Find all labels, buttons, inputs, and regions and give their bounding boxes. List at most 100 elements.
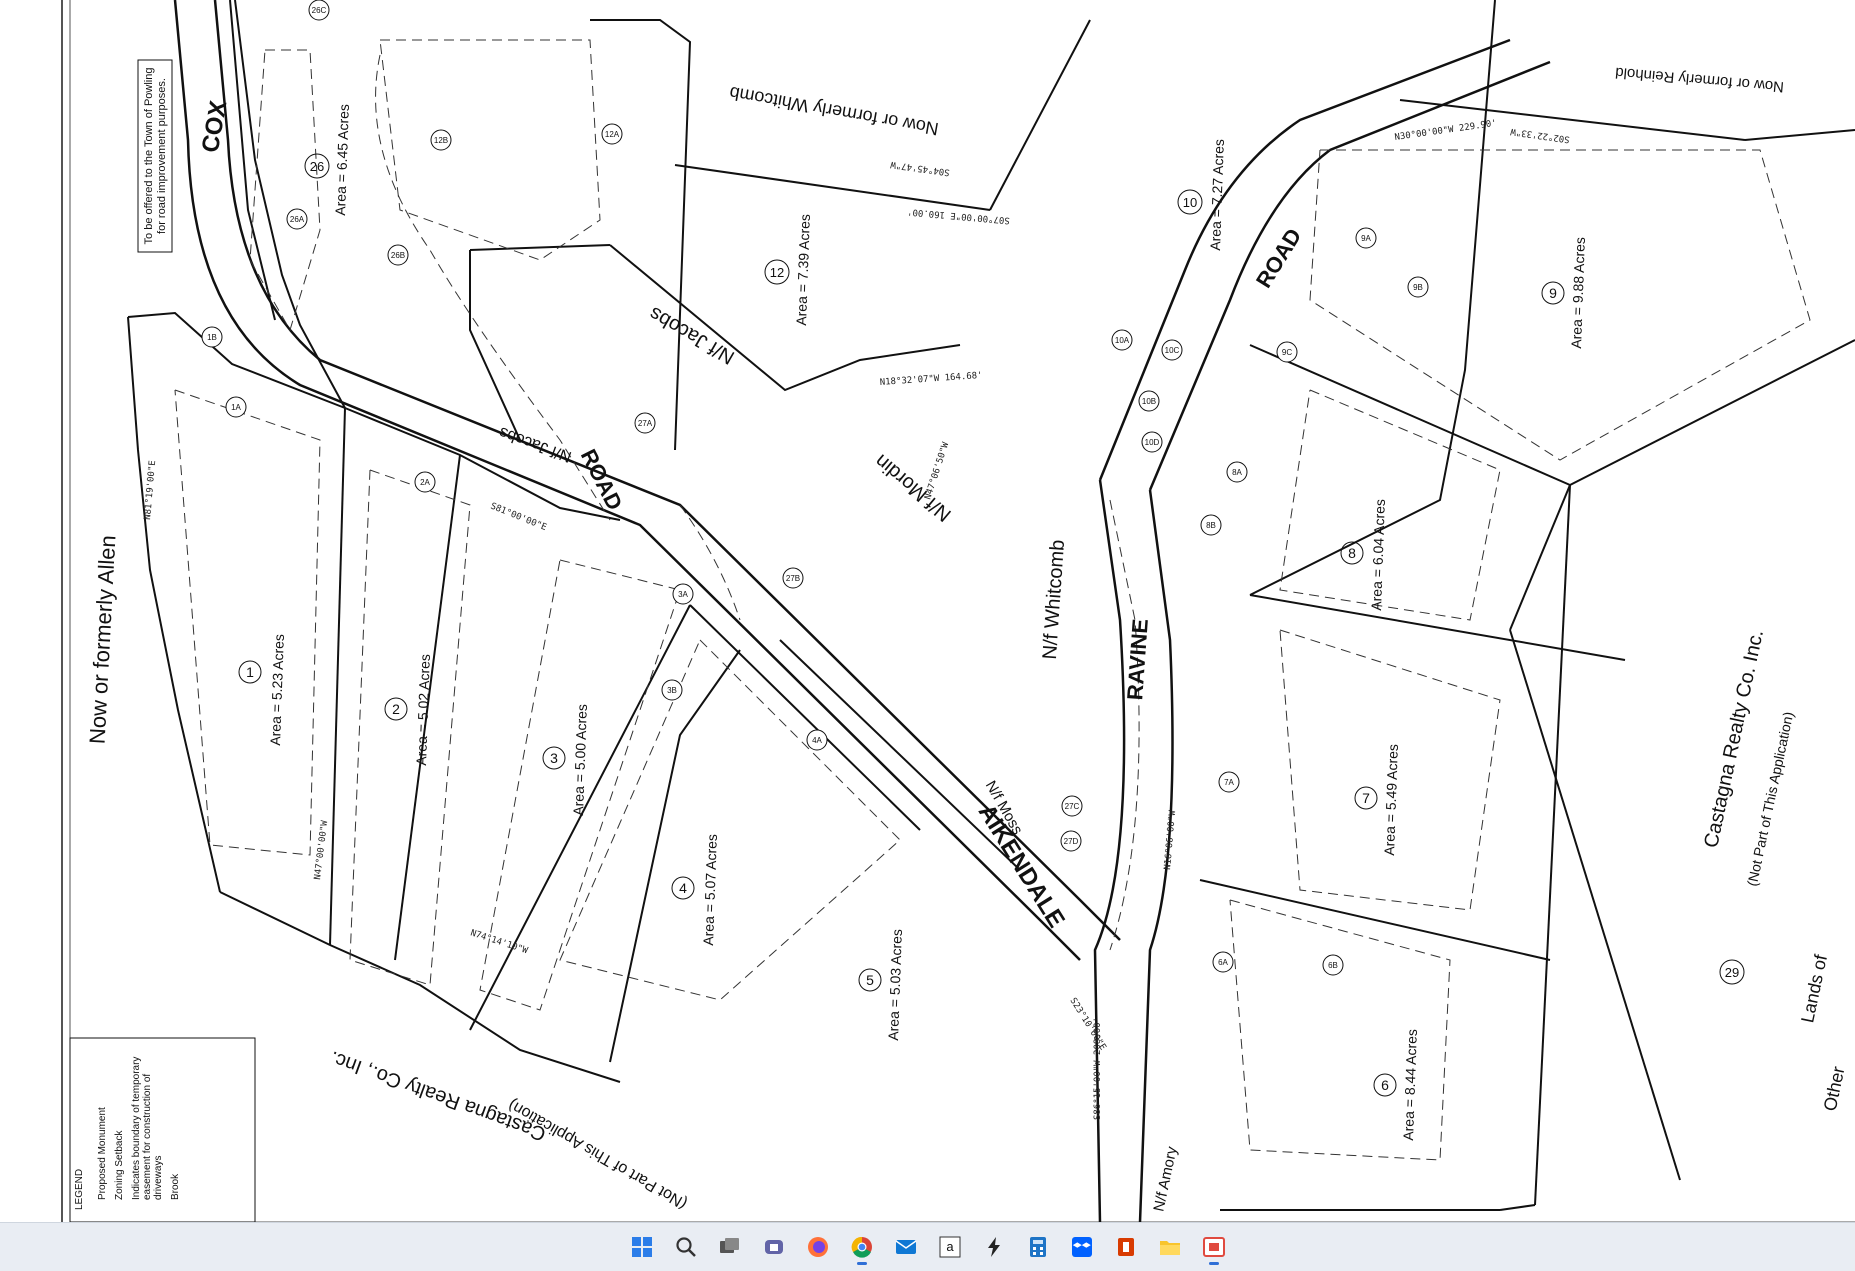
office-button[interactable] [1107, 1228, 1145, 1266]
owner-castagna-south-2: (Not Part of This Application) [505, 1096, 690, 1212]
legend-title: LEGEND [74, 1169, 85, 1210]
teams-button[interactable] [755, 1228, 793, 1266]
lot-26-number: 26 [310, 159, 324, 174]
calculator-icon [1029, 1237, 1046, 1257]
task-view-button[interactable] [711, 1228, 749, 1266]
teams-icon [764, 1240, 783, 1254]
lot-12-number: 12 [770, 265, 784, 280]
lot-29-number: 29 [1725, 965, 1739, 980]
svg-text:a: a [946, 1239, 954, 1254]
sub-lot-label: 7A [1224, 778, 1234, 787]
sub-lot-label: 9B [1413, 283, 1423, 292]
road-name-ravine: RAVINE [1122, 618, 1153, 701]
file-explorer-button[interactable] [1151, 1228, 1189, 1266]
svg-text:To be offered to the Town of P: To be offered to the Town of Powling [143, 68, 155, 245]
bearing-label: S04°45'47"W [889, 159, 950, 177]
bearing-label: S81°00'00"E [489, 502, 548, 534]
lot-4-number: 4 [679, 880, 687, 896]
sub-lot-label: 1B [207, 333, 217, 342]
bearing-label: N47°06'50"W [923, 441, 951, 501]
bearing-labels: N81°19'00"E S81°00'00"E N47°00'00"W S07°00'… [143, 119, 1570, 1120]
sub-lot-markers: 1A 1B 2A 3A 3B 4A 6A 6B 7A 8A 8B 9A 9B 9C 10A 10B 10C 10D… [201, 0, 1429, 976]
bearing-label: S86°15'00"W 208.00' [1093, 1017, 1103, 1120]
lot-12: 12 Area = 7.39 Acres [764, 214, 813, 326]
chrome-button[interactable] [843, 1228, 881, 1266]
lot-6-area: Area = 8.44 Acres [1400, 1029, 1420, 1141]
mail-icon [895, 1240, 916, 1254]
lot-2-area: Area = 5.02 Acres [413, 654, 433, 766]
lot-4-area: Area = 5.07 Acres [700, 834, 720, 946]
lot-1-number: 1 [246, 664, 254, 680]
app-lightning-icon [987, 1237, 1000, 1257]
sub-lot-label: 8A [1232, 468, 1242, 477]
file-explorer-icon [1159, 1241, 1180, 1255]
lot-9-number: 9 [1549, 285, 1557, 301]
sub-lot-label: 3B [667, 686, 677, 695]
sub-lot-label: 6A [1218, 958, 1228, 967]
sub-lot-label: 10A [1115, 336, 1130, 345]
owner-reinhold: Now or formerly Reinhold [1615, 64, 1785, 96]
firefox-button[interactable] [799, 1228, 837, 1266]
legend-item-setback: Zoning Setback [114, 1130, 125, 1200]
bearing-label: S02°22'33"W [1509, 126, 1570, 144]
lot-9: 9 Area = 9.88 Acres [1541, 237, 1588, 349]
app-lightning-button[interactable] [975, 1228, 1013, 1266]
sub-lot-label: 26C [312, 6, 327, 15]
dropbox-button[interactable] [1063, 1228, 1101, 1266]
lot-2: 2 Area = 5.02 Acres [384, 654, 433, 766]
bearing-label: N30°00'00"W 229.90' [1394, 119, 1497, 143]
sub-lot-label: 27C [1065, 802, 1080, 811]
lot-3-number: 3 [550, 750, 558, 766]
firefox-icon [807, 1237, 828, 1257]
windows-start-icon [631, 1237, 652, 1257]
sub-lot-label: 10B [1142, 397, 1156, 406]
legend: LEGEND Proposed Monument Zoning Setback … [69, 1037, 256, 1222]
lot-8: 8 Area = 6.04 Acres [1340, 499, 1388, 611]
amazon-icon: a [939, 1236, 960, 1258]
owner-allen: Now or formerly Allen [85, 535, 121, 745]
sub-lot-label: 12A [605, 130, 620, 139]
lot-6: 6 Area = 8.44 Acres [1373, 1029, 1420, 1141]
lot-7-area: Area = 5.49 Acres [1381, 744, 1401, 856]
legend-item-easement-3: driveways [153, 1156, 164, 1200]
sub-lot-label: 1A [231, 403, 241, 412]
sub-lot-label: 27D [1064, 837, 1079, 846]
lot-2-number: 2 [392, 701, 400, 717]
sub-lot-label: 9C [1282, 348, 1292, 357]
legend-item-easement-1: Indicates boundary of temporary [131, 1057, 142, 1200]
lot-12-area: Area = 7.39 Acres [793, 214, 813, 326]
lot-5-number: 5 [866, 972, 874, 988]
subdivision-plan: 1 Area = 5.23 Acres 2 Area = 5.02 Acres … [61, 0, 1855, 1222]
document-viewer[interactable]: 1 Area = 5.23 Acres 2 Area = 5.02 Acres … [0, 0, 1855, 1222]
lot-1: 1 Area = 5.23 Acres [238, 634, 287, 746]
lot-29: 29 [1719, 959, 1745, 985]
sub-lot-label: 8B [1206, 521, 1216, 530]
lot-5: 5 Area = 5.03 Acres [858, 929, 905, 1041]
lot-3-area: Area = 5.00 Acres [570, 704, 590, 816]
sub-lot-label: 10D [1145, 438, 1160, 447]
sub-lot-label: 3A [678, 590, 688, 599]
windows-start-button[interactable] [623, 1228, 661, 1266]
lot-3: 3 Area = 5.00 Acres [542, 704, 590, 816]
lot-6-number: 6 [1381, 1077, 1389, 1093]
sub-lot-label: 26B [391, 251, 405, 260]
snipping-tool-button[interactable] [1195, 1228, 1233, 1266]
bearing-label: N18°32'07"W 164.68' [880, 371, 983, 388]
lot-8-area: Area = 6.04 Acres [1368, 499, 1388, 611]
lot-10-area: Area = 7.27 Acres [1207, 139, 1227, 251]
lot-5-area: Area = 5.03 Acres [885, 929, 905, 1041]
sheet-border [61, 0, 1855, 1222]
bearing-label: N16°06'00"W [1163, 809, 1178, 870]
lot-9-area: Area = 9.88 Acres [1568, 237, 1588, 349]
legend-item-monument: Proposed Monument [97, 1107, 108, 1200]
svg-text:for road improvement purposes.: for road improvement purposes. [156, 78, 168, 234]
search-button[interactable] [667, 1228, 705, 1266]
owner-castagna-east-3: Lands of [1797, 952, 1831, 1025]
sub-lot-label: 10C [1165, 346, 1180, 355]
mail-button[interactable] [887, 1228, 925, 1266]
lot-26-area: Area = 6.45 Acres [332, 104, 352, 216]
sub-lot-label: 6B [1328, 961, 1338, 970]
owner-whitcomb-top: Now or formerly Whitcomb [728, 83, 940, 140]
amazon-button[interactable]: a [931, 1228, 969, 1266]
calculator-button[interactable] [1019, 1228, 1057, 1266]
